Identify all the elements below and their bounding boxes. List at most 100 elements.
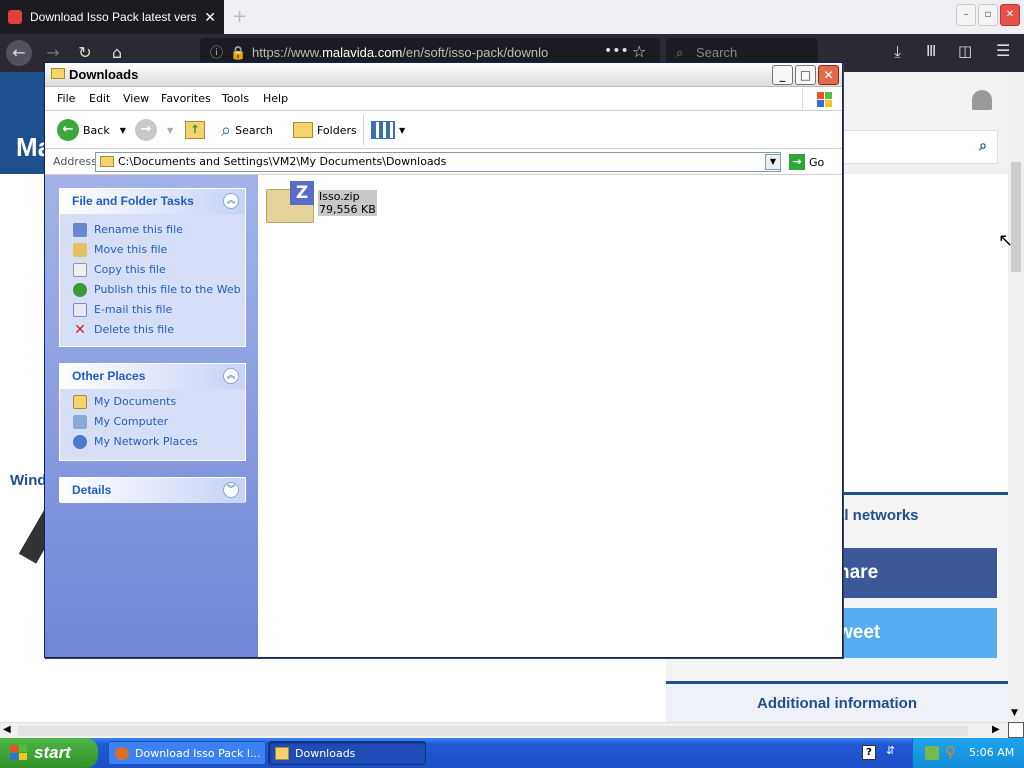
task-label: Publish this file to the Web [94,283,241,296]
expand-chevron-icon[interactable]: ︾ [223,482,239,498]
forward-button[interactable]: → ▼ [135,117,173,143]
views-dropdown-icon[interactable]: ▼ [399,126,405,135]
horizontal-scrollbar-thumb[interactable] [18,726,968,736]
taskbar: start Download Isso Pack l... Downloads … [0,738,1024,768]
address-dropdown-icon[interactable]: ▼ [765,154,781,170]
browser-tab[interactable]: Download Isso Pack latest version ✕ [0,0,224,34]
address-input[interactable]: C:\Documents and Settings\VM2\My Documen… [95,152,781,172]
scroll-left-arrow-icon[interactable]: ◀ [3,724,11,735]
up-folder-button[interactable]: ↑ [185,117,205,143]
scroll-right-arrow-icon[interactable]: ▶ [992,724,1000,735]
copy-icon [73,263,87,277]
details-panel: Details ︾ [59,477,246,503]
scroll-down-arrow-icon[interactable]: ▼ [1011,708,1018,718]
site-category-link[interactable]: Wind [10,472,47,489]
network-tray-icon[interactable] [925,746,939,760]
bookmark-star-icon[interactable]: ☆ [632,42,646,61]
user-account-icon[interactable] [972,90,992,110]
rename-icon [73,223,87,237]
folder-icon [275,747,289,760]
taskbar-task-explorer[interactable]: Downloads [268,741,426,765]
views-button[interactable]: ▼ [371,117,405,143]
place-my-documents[interactable]: My Documents [60,393,245,413]
menu-tools[interactable]: Tools [222,92,249,105]
scrollbar-corner [1008,722,1024,738]
folders-button[interactable]: Folders [293,117,357,143]
mouse-cursor-icon: ↖ [998,230,1014,251]
page-horizontal-scrollbar[interactable]: ◀ ▶ [0,722,1008,738]
task-pane: File and Folder Tasks ︽ Rename this file… [45,175,258,657]
menu-icon[interactable]: ☰ [996,41,1010,60]
menu-favorites[interactable]: Favorites [161,92,211,105]
my-documents-icon [73,395,87,409]
address-label: Address [53,155,97,168]
downloads-icon[interactable]: ⤓ [894,42,901,62]
collapse-chevron-icon[interactable]: ︽ [223,368,239,384]
page-actions-icon[interactable]: ••• [604,43,629,59]
task-email[interactable]: E-mail this file [60,301,245,321]
new-tab-icon[interactable]: + [232,6,247,27]
site-search-input[interactable]: ⌕ [840,130,998,164]
site-search-icon[interactable]: ⌕ [979,138,987,154]
back-button[interactable]: ← Back ▼ [57,117,126,143]
place-label: My Documents [94,395,177,408]
twitter-tweet-button[interactable]: weet [836,608,997,658]
file-folder-tasks-header[interactable]: File and Folder Tasks ︽ [60,189,245,214]
place-network[interactable]: My Network Places [60,433,245,453]
file-size: 79,556 KB [319,203,376,216]
back-icon[interactable]: ← [6,40,32,66]
back-dropdown-icon[interactable]: ▼ [120,126,126,135]
browser-close-button[interactable]: ✕ [1000,4,1020,26]
minimize-button[interactable]: _ [772,65,793,85]
file-item[interactable]: Z Isso.zip 79,556 KB [266,181,386,229]
search-label: Search [235,123,273,137]
browser-restore-button[interactable]: ▫ [978,4,998,26]
help-icon[interactable]: ? [862,745,876,760]
sidebar-icon[interactable]: ◫ [958,42,972,60]
other-places-header[interactable]: Other Places ︽ [60,364,245,389]
additional-information-heading: Additional information [666,681,1008,722]
menu-help[interactable]: Help [263,92,288,105]
place-my-computer[interactable]: My Computer [60,413,245,433]
site-favicon-icon [8,10,22,24]
collapse-chevron-icon[interactable]: ︽ [223,193,239,209]
task-label: Copy this file [94,263,166,276]
menu-view[interactable]: View [123,92,149,105]
browser-minimize-button[interactable]: – [956,4,976,26]
file-list[interactable]: Z Isso.zip 79,556 KB [258,175,842,657]
taskbar-task-browser[interactable]: Download Isso Pack l... [108,741,266,765]
menu-edit[interactable]: Edit [89,92,110,105]
page-vertical-scrollbar[interactable]: ▼ [1008,72,1024,722]
start-button[interactable]: start [0,738,98,768]
search-placeholder: Search [696,45,738,60]
file-folder-tasks-panel: File and Folder Tasks ︽ Rename this file… [59,188,246,347]
task-rename[interactable]: Rename this file [60,221,245,241]
go-button[interactable]: → Go [789,154,824,170]
delete-icon: ✕ [74,322,86,338]
task-copy[interactable]: Copy this file [60,261,245,281]
search-button[interactable]: ⌕ Search [221,117,273,143]
library-icon[interactable]: Ⅲ [926,42,936,60]
forward-dropdown-icon[interactable]: ▼ [167,126,173,135]
task-publish[interactable]: Publish this file to the Web [60,281,245,301]
task-delete[interactable]: ✕ Delete this file [60,321,245,341]
maximize-button[interactable]: □ [795,65,816,85]
facebook-share-button[interactable]: hare [836,548,997,598]
toolbar-separator [363,115,364,145]
close-button[interactable]: ✕ [818,65,839,85]
task-label: Rename this file [94,223,183,236]
vertical-scrollbar-thumb[interactable] [1011,162,1021,272]
start-label: start [34,743,71,762]
views-icon [371,121,395,139]
tray-arrow-icon[interactable]: ⇵ [886,744,895,757]
task-label: E-mail this file [94,303,173,316]
explorer-title-bar[interactable]: Downloads _ □ ✕ [45,63,842,87]
menu-file[interactable]: File [57,92,75,105]
task-label: Delete this file [94,323,174,336]
search-tray-icon[interactable]: ⚲ [945,743,956,761]
details-header[interactable]: Details ︾ [60,478,245,503]
task-move[interactable]: Move this file [60,241,245,261]
folder-icon [51,68,65,79]
close-tab-icon[interactable]: ✕ [204,9,216,26]
social-networks-title: al networks [836,507,919,524]
